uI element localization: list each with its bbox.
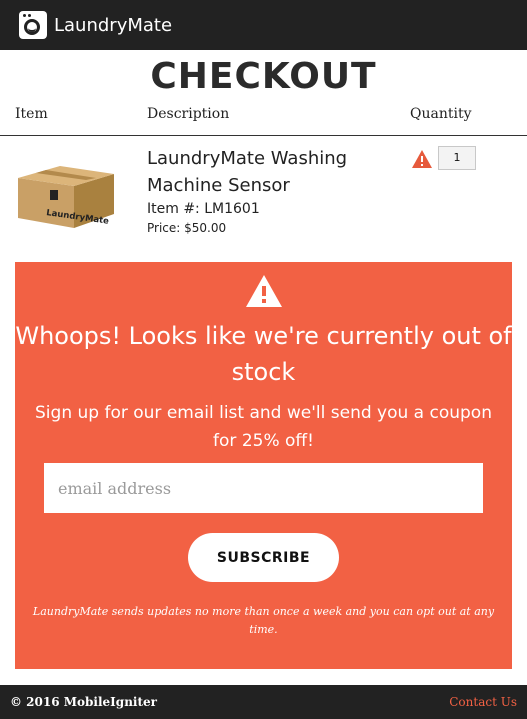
- column-header-quantity: Quantity: [410, 106, 472, 122]
- warning-triangle-icon: [246, 275, 282, 307]
- footer: © 2016 MobileIgniter Contact Us: [0, 685, 527, 719]
- column-header-description: Description: [147, 106, 230, 122]
- column-header-item: Item: [15, 106, 48, 122]
- email-input[interactable]: [44, 463, 483, 513]
- top-bar: LaundryMate: [0, 0, 527, 50]
- product-name: LaundryMate Washing Machine Sensor: [147, 148, 348, 196]
- page-title: CHECKOUT: [150, 56, 377, 97]
- contact-us-link[interactable]: Contact Us: [449, 695, 517, 709]
- signup-message: Sign up for our email list and we'll sen…: [35, 403, 492, 451]
- product-item-number: Item #: LM1601: [147, 201, 260, 217]
- quantity-field[interactable]: 1: [438, 146, 476, 170]
- product-image: LaundryMate: [18, 166, 114, 228]
- copyright-text: © 2016 MobileIgniter: [10, 695, 157, 709]
- out-of-stock-panel: Whoops! Looks like we're currently out o…: [15, 262, 512, 669]
- washing-machine-icon[interactable]: [19, 11, 47, 39]
- out-of-stock-heading: Whoops! Looks like we're currently out o…: [15, 322, 512, 386]
- table-header: Item Description Quantity: [0, 106, 527, 136]
- warning-triangle-icon: [412, 150, 432, 168]
- update-frequency-note: LaundryMate sends updates no more than o…: [32, 605, 495, 636]
- product-price: Price: $50.00: [147, 221, 227, 235]
- subscribe-button[interactable]: SUBSCRIBE: [188, 533, 339, 582]
- brand-name[interactable]: LaundryMate: [54, 15, 172, 36]
